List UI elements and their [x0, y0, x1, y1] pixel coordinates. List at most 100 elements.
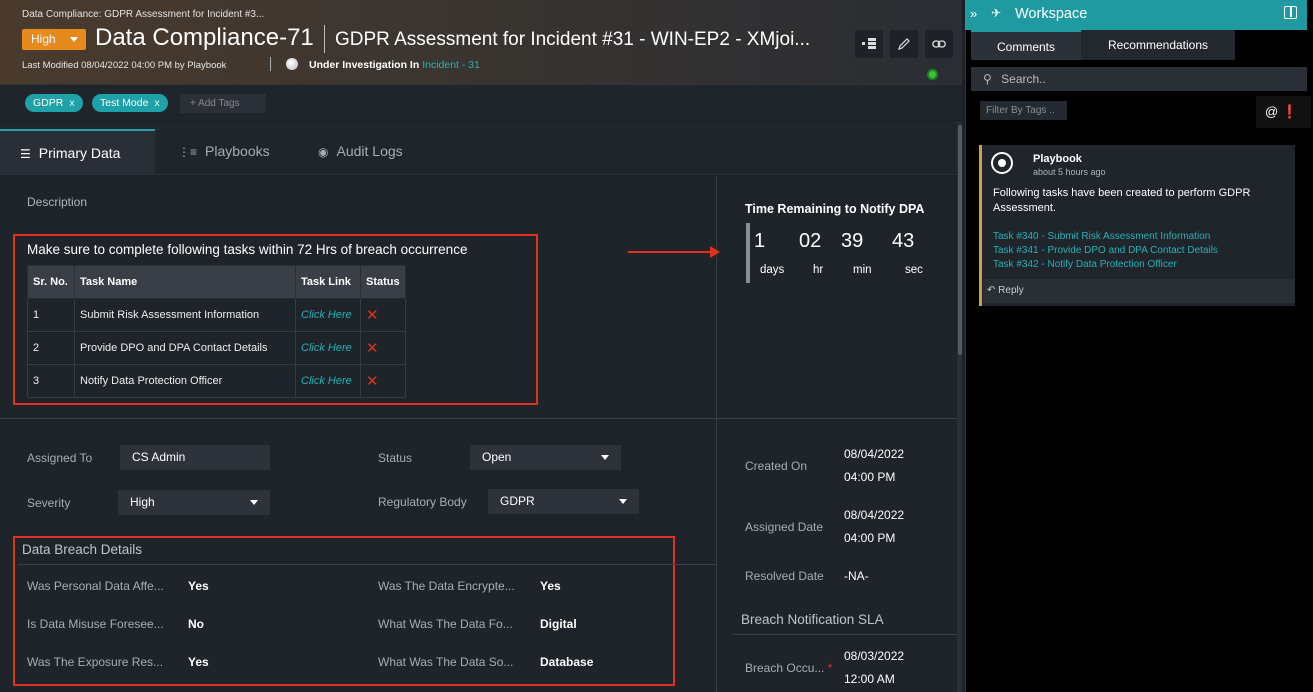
task-number: 1: [27, 298, 75, 332]
task-link[interactable]: Click Here: [295, 331, 361, 365]
search-placeholder: Search..: [1001, 72, 1046, 86]
chevron-down-icon: [601, 455, 609, 460]
live-status-icon: [927, 69, 938, 80]
status-cross-icon: ✕: [360, 364, 406, 398]
dock-panel-icon[interactable]: [1284, 6, 1297, 19]
chevron-down-icon: [250, 500, 258, 505]
scrollbar-thumb[interactable]: [958, 125, 962, 355]
tab-primary-data[interactable]: ☰ Primary Data: [0, 129, 155, 175]
breach-occurrence-date[interactable]: 08/03/2022: [844, 649, 904, 663]
record-subtitle: GDPR Assessment for Incident #31 - WIN-E…: [335, 29, 811, 50]
regulatory-body-select[interactable]: GDPR: [488, 489, 639, 514]
workspace-search-input[interactable]: ⚲ Search..: [971, 67, 1307, 91]
task-link[interactable]: Click Here: [295, 364, 361, 398]
playbook-tree-button[interactable]: [855, 30, 883, 58]
section-divider: [733, 634, 957, 635]
comment-task-link[interactable]: Task #341 - Provide DPO and DPA Contact …: [993, 245, 1218, 256]
tag-label: Test Mode: [100, 97, 149, 109]
created-on-time: 04:00 PM: [844, 470, 896, 484]
breadcrumb[interactable]: Data Compliance: GDPR Assessment for Inc…: [22, 9, 264, 20]
mention-and-important-filters[interactable]: @ ❗: [1256, 96, 1311, 128]
breach-field-label: Was Personal Data Affe...: [27, 579, 164, 593]
tab-recommendations[interactable]: Recommendations: [1081, 30, 1235, 60]
collapse-chevron-icon[interactable]: »: [970, 6, 977, 21]
breach-field-value[interactable]: No: [188, 617, 204, 631]
workspace-tabs: Comments Recommendations: [971, 30, 1235, 60]
playbook-gear-icon: [991, 152, 1013, 174]
close-icon[interactable]: x: [154, 97, 159, 109]
severity-dropdown[interactable]: High: [22, 29, 86, 50]
breach-field-label: What Was The Data So...: [378, 655, 514, 669]
add-tags-input[interactable]: + Add Tags: [180, 94, 266, 113]
header-divider: [270, 57, 271, 71]
breach-field-label: What Was The Data Fo...: [378, 617, 513, 631]
tag-gdpr[interactable]: GDPR x: [25, 94, 83, 112]
reply-icon: ↶: [987, 285, 996, 296]
record-tabs: ☰ Primary Data ⋮≡ Playbooks ◉ Audit Logs: [0, 121, 962, 175]
assigned-to-field[interactable]: CS Admin: [120, 445, 270, 470]
close-icon[interactable]: x: [69, 97, 74, 109]
assigned-date-label: Assigned Date: [745, 520, 824, 534]
breach-field-value[interactable]: Yes: [188, 655, 209, 669]
edit-button[interactable]: [890, 30, 918, 58]
tag-test-mode[interactable]: Test Mode x: [92, 94, 168, 112]
severity-label: Severity: [27, 496, 71, 510]
timer-unit: sec: [905, 264, 923, 276]
breach-field-label: Was The Exposure Res...: [27, 655, 164, 669]
timer-unit: min: [853, 264, 872, 276]
timer-unit: hr: [813, 264, 824, 276]
assigned-date[interactable]: 08/04/2022: [844, 508, 904, 522]
timer-minutes: 39: [841, 230, 864, 252]
task-number: 2: [27, 331, 75, 365]
tree-icon: [862, 38, 876, 49]
timer-unit: days: [760, 264, 785, 276]
assigned-to-label: Assigned To: [27, 451, 93, 465]
breach-occurrence-time[interactable]: 12:00 AM: [844, 672, 895, 686]
created-on-label: Created On: [745, 459, 808, 473]
breach-details-title: Data Breach Details: [22, 542, 143, 557]
breach-field-value[interactable]: Database: [540, 655, 593, 669]
section-divider: [18, 564, 716, 565]
tab-audit-logs[interactable]: ◉ Audit Logs: [298, 129, 435, 175]
breach-field-value[interactable]: Yes: [188, 579, 209, 593]
assigned-time[interactable]: 04:00 PM: [844, 531, 895, 545]
created-on-date: 08/04/2022: [844, 447, 905, 461]
resolved-date-label: Resolved Date: [745, 569, 824, 583]
reply-button[interactable]: ↶ Reply: [983, 279, 1295, 303]
resolved-date[interactable]: -NA-: [844, 569, 869, 583]
regulatory-body-label: Regulatory Body: [378, 495, 467, 509]
incident-link[interactable]: Incident - 31: [422, 59, 480, 71]
chevron-down-icon: [70, 37, 78, 42]
last-modified: Last Modified 08/04/2022 04:00 PM by Pla…: [22, 60, 227, 71]
comment-card: Playbook about 5 hours ago Following tas…: [979, 145, 1295, 306]
column-header: Task Name: [74, 265, 296, 299]
status-indicator-icon: [286, 58, 298, 70]
section-divider: [717, 418, 957, 419]
task-table: Sr. No. Task Name Task Link Status 1 Sub…: [27, 265, 406, 398]
copy-link-button[interactable]: [925, 30, 953, 58]
column-header: Task Link: [295, 265, 361, 299]
severity-select[interactable]: High: [118, 490, 270, 515]
tab-playbooks[interactable]: ⋮≡ Playbooks: [158, 129, 295, 175]
workspace-header: » ✈ Workspace: [965, 0, 1307, 30]
tab-label: Primary Data: [38, 145, 121, 161]
link-icon: [932, 40, 946, 48]
status-value: Open: [482, 450, 512, 464]
breach-field-value[interactable]: Yes: [540, 579, 561, 593]
breach-field-value[interactable]: Digital: [540, 617, 577, 631]
database-icon: ☰: [20, 147, 31, 161]
comment-task-link[interactable]: Task #340 - Submit Risk Assessment Infor…: [993, 231, 1210, 242]
severity-value: High: [130, 495, 155, 509]
status-select[interactable]: Open: [470, 445, 621, 470]
table-header-row: Sr. No. Task Name Task Link Status: [27, 265, 406, 299]
filter-tags-input[interactable]: Filter By Tags ..: [980, 101, 1067, 120]
comment-task-link[interactable]: Task #342 - Notify Data Protection Offic…: [993, 259, 1177, 270]
timer-days: 1: [754, 230, 766, 252]
table-row: 1 Submit Risk Assessment Information Cli…: [27, 298, 406, 332]
tab-comments[interactable]: Comments: [971, 30, 1081, 60]
tab-label: Audit Logs: [336, 143, 403, 159]
task-link[interactable]: Click Here: [295, 298, 361, 332]
comment-author: Playbook: [1033, 153, 1082, 165]
breach-occurrence-label: Breach Occu... *: [745, 661, 832, 675]
status-label: Status: [378, 451, 413, 465]
